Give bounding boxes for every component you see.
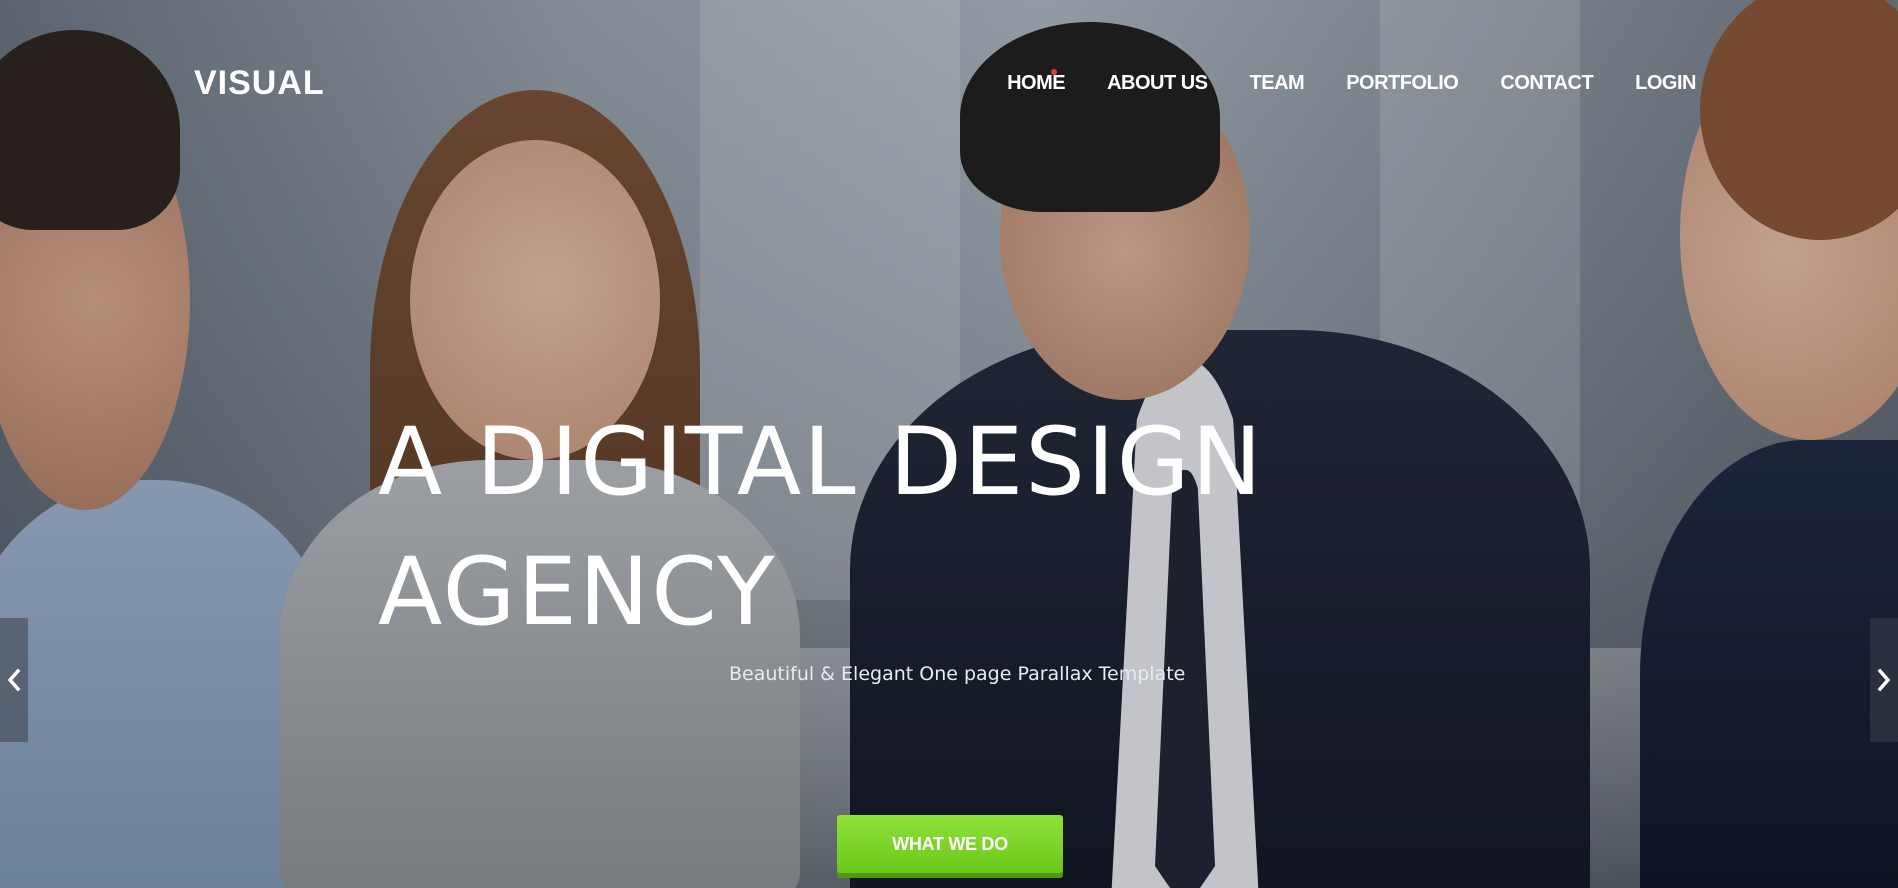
site-logo[interactable]: VISUAL	[194, 64, 325, 103]
hero-headline-line-1: A DIGITAL DESIGN	[378, 408, 1264, 517]
nav-item-team[interactable]: TEAM	[1250, 72, 1305, 95]
chevron-left-icon	[7, 668, 21, 692]
nav-item-label: LOGIN	[1635, 72, 1696, 94]
hero-subtitle: Beautiful & Elegant One page Parallax Te…	[729, 663, 1186, 685]
nav-item-about-us[interactable]: ABOUT US	[1107, 72, 1208, 95]
main-nav: HOME ABOUT US TEAM PORTFOLIO CONTACT LOG…	[1007, 69, 1696, 95]
nav-item-portfolio[interactable]: PORTFOLIO	[1346, 72, 1459, 95]
what-we-do-button[interactable]: WHAT WE DO	[837, 815, 1063, 873]
nav-item-label: HOME	[1007, 72, 1066, 94]
nav-item-label: ABOUT US	[1107, 72, 1208, 94]
slider-prev-button[interactable]	[0, 618, 28, 742]
hero-slider: VISUAL HOME ABOUT US TEAM PORTFOLIO CONT…	[0, 0, 1898, 888]
nav-item-label: CONTACT	[1500, 72, 1594, 94]
nav-item-contact[interactable]: CONTACT	[1500, 72, 1593, 95]
chevron-right-icon	[1877, 668, 1891, 692]
hero-headline: A DIGITAL DESIGN AGENCY	[378, 398, 1278, 658]
slider-next-button[interactable]	[1870, 618, 1898, 742]
nav-item-login[interactable]: LOGIN	[1635, 72, 1696, 95]
nav-item-home[interactable]: HOME	[1007, 69, 1066, 95]
nav-item-label: TEAM	[1249, 72, 1305, 94]
hero-headline-line-2: AGENCY	[378, 538, 777, 647]
nav-item-label: PORTFOLIO	[1346, 72, 1459, 94]
